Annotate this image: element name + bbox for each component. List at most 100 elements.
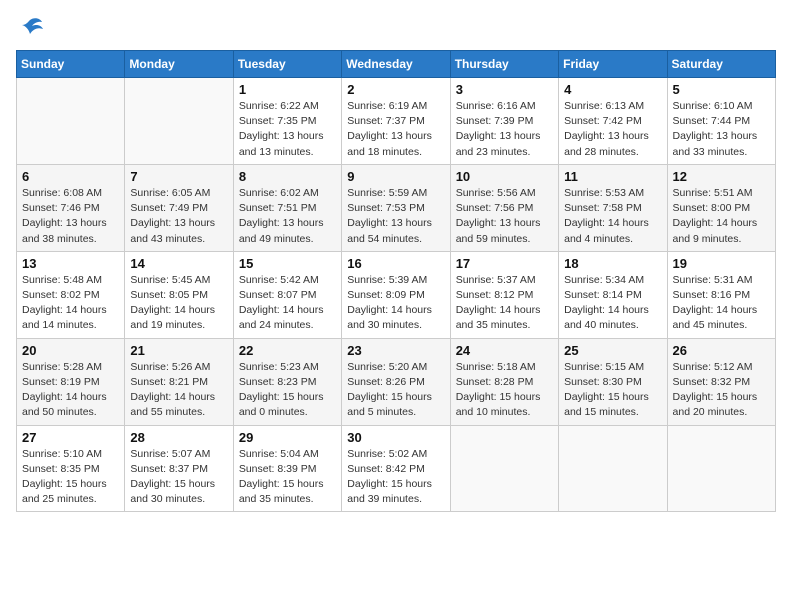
calendar-day-cell: 8 Sunrise: 6:02 AM Sunset: 7:51 PM Daylig… <box>233 164 341 251</box>
calendar-week-row: 1 Sunrise: 6:22 AM Sunset: 7:35 PM Daylig… <box>17 78 776 165</box>
day-info: Sunrise: 6:08 AM Sunset: 7:46 PM Dayligh… <box>22 186 119 247</box>
day-info: Sunrise: 5:45 AM Sunset: 8:05 PM Dayligh… <box>130 273 227 334</box>
day-info: Sunrise: 5:42 AM Sunset: 8:07 PM Dayligh… <box>239 273 336 334</box>
day-number: 14 <box>130 256 227 271</box>
day-info: Sunrise: 5:31 AM Sunset: 8:16 PM Dayligh… <box>673 273 770 334</box>
day-info: Sunrise: 5:39 AM Sunset: 8:09 PM Dayligh… <box>347 273 444 334</box>
day-number: 4 <box>564 82 661 97</box>
calendar-day-cell: 1 Sunrise: 6:22 AM Sunset: 7:35 PM Daylig… <box>233 78 341 165</box>
day-number: 9 <box>347 169 444 184</box>
day-number: 22 <box>239 343 336 358</box>
day-number: 30 <box>347 430 444 445</box>
day-number: 5 <box>673 82 770 97</box>
calendar-day-cell <box>667 425 775 512</box>
calendar-day-header: Thursday <box>450 51 558 78</box>
day-number: 12 <box>673 169 770 184</box>
day-number: 21 <box>130 343 227 358</box>
calendar-week-row: 27Sunrise: 5:10 AM Sunset: 8:35 PM Dayli… <box>17 425 776 512</box>
calendar-day-cell: 9 Sunrise: 5:59 AM Sunset: 7:53 PM Daylig… <box>342 164 450 251</box>
day-number: 11 <box>564 169 661 184</box>
day-number: 18 <box>564 256 661 271</box>
day-number: 23 <box>347 343 444 358</box>
calendar-week-row: 13 Sunrise: 5:48 AM Sunset: 8:02 PM Dayli… <box>17 251 776 338</box>
calendar-day-cell <box>17 78 125 165</box>
day-info: Sunrise: 5:37 AM Sunset: 8:12 PM Dayligh… <box>456 273 553 334</box>
day-number: 19 <box>673 256 770 271</box>
calendar-day-cell: 29 Sunrise: 5:04 AM Sunset: 8:39 PM Dayli… <box>233 425 341 512</box>
calendar-day-cell: 23Sunrise: 5:20 AM Sunset: 8:26 PM Dayli… <box>342 338 450 425</box>
calendar-day-cell: 16Sunrise: 5:39 AM Sunset: 8:09 PM Dayli… <box>342 251 450 338</box>
calendar-day-cell: 22 Sunrise: 5:23 AM Sunset: 8:23 PM Dayli… <box>233 338 341 425</box>
day-info: Sunrise: 6:02 AM Sunset: 7:51 PM Dayligh… <box>239 186 336 247</box>
calendar-day-header: Saturday <box>667 51 775 78</box>
day-number: 29 <box>239 430 336 445</box>
calendar-day-cell: 3Sunrise: 6:16 AM Sunset: 7:39 PM Daylig… <box>450 78 558 165</box>
calendar-day-cell: 14 Sunrise: 5:45 AM Sunset: 8:05 PM Dayli… <box>125 251 233 338</box>
calendar-day-header: Wednesday <box>342 51 450 78</box>
day-number: 15 <box>239 256 336 271</box>
calendar-week-row: 20Sunrise: 5:28 AM Sunset: 8:19 PM Dayli… <box>17 338 776 425</box>
calendar-day-cell: 27Sunrise: 5:10 AM Sunset: 8:35 PM Dayli… <box>17 425 125 512</box>
day-number: 25 <box>564 343 661 358</box>
page-header <box>16 16 776 38</box>
day-info: Sunrise: 6:13 AM Sunset: 7:42 PM Dayligh… <box>564 99 661 160</box>
day-info: Sunrise: 5:53 AM Sunset: 7:58 PM Dayligh… <box>564 186 661 247</box>
calendar-table: SundayMondayTuesdayWednesdayThursdayFrid… <box>16 50 776 512</box>
day-info: Sunrise: 5:18 AM Sunset: 8:28 PM Dayligh… <box>456 360 553 421</box>
calendar-day-cell: 4 Sunrise: 6:13 AM Sunset: 7:42 PM Daylig… <box>559 78 667 165</box>
day-number: 6 <box>22 169 119 184</box>
day-number: 10 <box>456 169 553 184</box>
calendar-header-row: SundayMondayTuesdayWednesdayThursdayFrid… <box>17 51 776 78</box>
day-info: Sunrise: 5:12 AM Sunset: 8:32 PM Dayligh… <box>673 360 770 421</box>
calendar-day-cell <box>559 425 667 512</box>
calendar-day-cell: 10Sunrise: 5:56 AM Sunset: 7:56 PM Dayli… <box>450 164 558 251</box>
calendar-day-header: Friday <box>559 51 667 78</box>
calendar-day-cell: 19 Sunrise: 5:31 AM Sunset: 8:16 PM Dayli… <box>667 251 775 338</box>
calendar-day-cell: 2 Sunrise: 6:19 AM Sunset: 7:37 PM Daylig… <box>342 78 450 165</box>
calendar-day-cell: 18 Sunrise: 5:34 AM Sunset: 8:14 PM Dayli… <box>559 251 667 338</box>
calendar-day-cell <box>450 425 558 512</box>
calendar-day-cell: 24 Sunrise: 5:18 AM Sunset: 8:28 PM Dayli… <box>450 338 558 425</box>
day-number: 8 <box>239 169 336 184</box>
calendar-day-cell: 17 Sunrise: 5:37 AM Sunset: 8:12 PM Dayli… <box>450 251 558 338</box>
logo <box>16 16 48 38</box>
calendar-day-cell: 28Sunrise: 5:07 AM Sunset: 8:37 PM Dayli… <box>125 425 233 512</box>
calendar-week-row: 6 Sunrise: 6:08 AM Sunset: 7:46 PM Daylig… <box>17 164 776 251</box>
calendar-day-header: Tuesday <box>233 51 341 78</box>
day-info: Sunrise: 5:48 AM Sunset: 8:02 PM Dayligh… <box>22 273 119 334</box>
day-info: Sunrise: 5:07 AM Sunset: 8:37 PM Dayligh… <box>130 447 227 508</box>
calendar-day-cell: 11 Sunrise: 5:53 AM Sunset: 7:58 PM Dayli… <box>559 164 667 251</box>
day-info: Sunrise: 5:34 AM Sunset: 8:14 PM Dayligh… <box>564 273 661 334</box>
day-number: 13 <box>22 256 119 271</box>
calendar-day-cell: 7Sunrise: 6:05 AM Sunset: 7:49 PM Daylig… <box>125 164 233 251</box>
day-number: 24 <box>456 343 553 358</box>
calendar-day-cell: 13 Sunrise: 5:48 AM Sunset: 8:02 PM Dayli… <box>17 251 125 338</box>
calendar-day-cell: 12 Sunrise: 5:51 AM Sunset: 8:00 PM Dayli… <box>667 164 775 251</box>
calendar-day-header: Monday <box>125 51 233 78</box>
day-info: Sunrise: 5:15 AM Sunset: 8:30 PM Dayligh… <box>564 360 661 421</box>
day-number: 17 <box>456 256 553 271</box>
day-info: Sunrise: 5:02 AM Sunset: 8:42 PM Dayligh… <box>347 447 444 508</box>
day-info: Sunrise: 5:10 AM Sunset: 8:35 PM Dayligh… <box>22 447 119 508</box>
logo-bird-icon <box>16 16 44 38</box>
calendar-day-cell: 21 Sunrise: 5:26 AM Sunset: 8:21 PM Dayli… <box>125 338 233 425</box>
calendar-day-cell: 25 Sunrise: 5:15 AM Sunset: 8:30 PM Dayli… <box>559 338 667 425</box>
calendar-day-cell: 5 Sunrise: 6:10 AM Sunset: 7:44 PM Daylig… <box>667 78 775 165</box>
day-number: 1 <box>239 82 336 97</box>
day-info: Sunrise: 6:10 AM Sunset: 7:44 PM Dayligh… <box>673 99 770 160</box>
calendar-day-cell: 15 Sunrise: 5:42 AM Sunset: 8:07 PM Dayli… <box>233 251 341 338</box>
day-number: 26 <box>673 343 770 358</box>
calendar-day-cell: 30 Sunrise: 5:02 AM Sunset: 8:42 PM Dayli… <box>342 425 450 512</box>
calendar-day-header: Sunday <box>17 51 125 78</box>
day-info: Sunrise: 6:22 AM Sunset: 7:35 PM Dayligh… <box>239 99 336 160</box>
day-number: 2 <box>347 82 444 97</box>
calendar-day-cell: 6 Sunrise: 6:08 AM Sunset: 7:46 PM Daylig… <box>17 164 125 251</box>
day-info: Sunrise: 5:04 AM Sunset: 8:39 PM Dayligh… <box>239 447 336 508</box>
day-info: Sunrise: 6:05 AM Sunset: 7:49 PM Dayligh… <box>130 186 227 247</box>
day-number: 3 <box>456 82 553 97</box>
day-info: Sunrise: 5:51 AM Sunset: 8:00 PM Dayligh… <box>673 186 770 247</box>
day-info: Sunrise: 5:26 AM Sunset: 8:21 PM Dayligh… <box>130 360 227 421</box>
day-info: Sunrise: 5:59 AM Sunset: 7:53 PM Dayligh… <box>347 186 444 247</box>
day-info: Sunrise: 5:23 AM Sunset: 8:23 PM Dayligh… <box>239 360 336 421</box>
day-info: Sunrise: 6:19 AM Sunset: 7:37 PM Dayligh… <box>347 99 444 160</box>
